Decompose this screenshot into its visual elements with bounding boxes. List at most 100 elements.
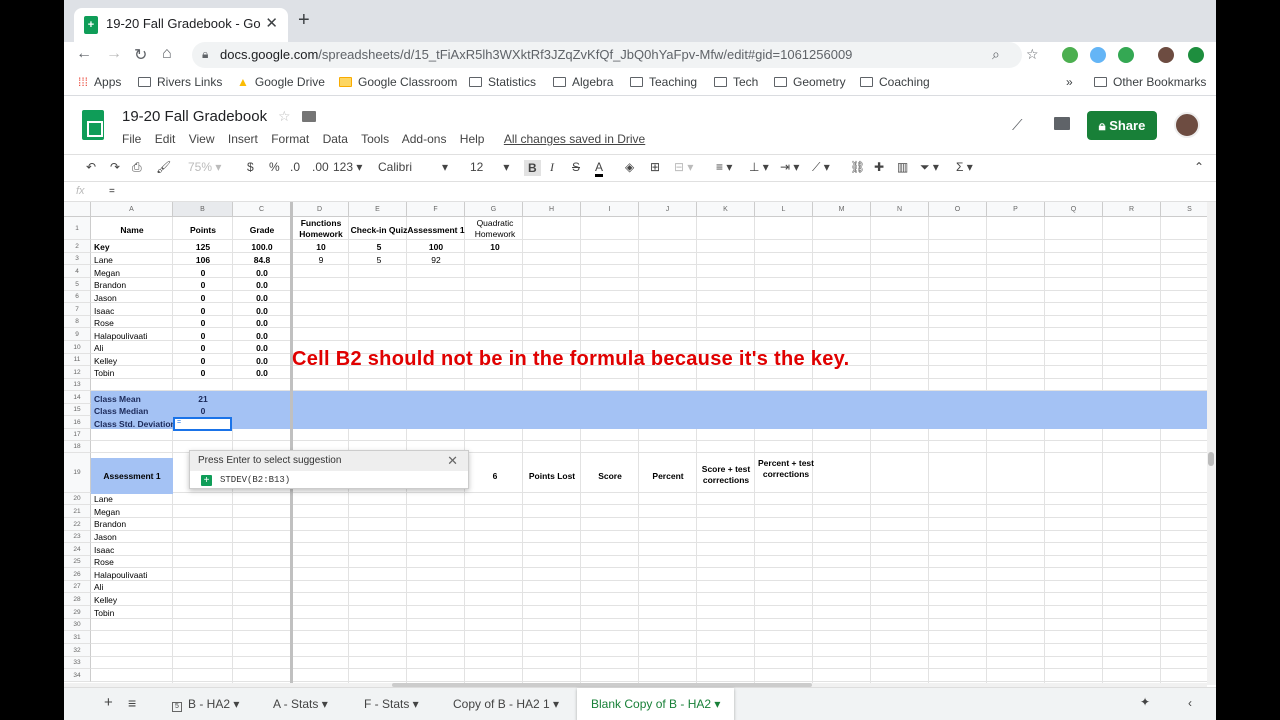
section2-student[interactable]: Lane xyxy=(94,493,113,506)
vertical-scrollbar[interactable] xyxy=(1207,202,1216,685)
assessment-section-title[interactable]: Assessment 1 xyxy=(91,470,173,483)
sheet-tab-blank-copy-active[interactable]: Blank Copy of B - HA2 ▾ xyxy=(577,688,735,720)
student-name[interactable]: Brandon xyxy=(94,279,126,292)
bookmark-statistics[interactable]: Statistics xyxy=(469,75,536,89)
save-status[interactable]: All changes saved in Drive xyxy=(504,132,645,146)
row-header-32[interactable]: 32 xyxy=(64,644,91,657)
bookmark-tech[interactable]: Tech xyxy=(714,75,758,89)
row-header-15[interactable]: 15 xyxy=(64,404,91,416)
column-header-j[interactable]: J xyxy=(639,202,697,217)
row-header-4[interactable]: 4 xyxy=(64,265,91,278)
forward-icon[interactable]: → xyxy=(106,45,122,63)
student-grade[interactable]: 0.0 xyxy=(233,305,291,318)
row-header-29[interactable]: 29 xyxy=(64,606,91,619)
menu-tools[interactable]: Tools xyxy=(361,132,389,146)
row-header-26[interactable]: 26 xyxy=(64,568,91,581)
cell-edit-text[interactable]: = xyxy=(177,419,181,426)
font-size-select[interactable]: 12 ▾ xyxy=(470,160,509,174)
key-label[interactable]: Key xyxy=(94,241,110,254)
bookmark-teaching[interactable]: Teaching xyxy=(630,75,697,89)
row-header-6[interactable]: 6 xyxy=(64,291,91,303)
avatar[interactable] xyxy=(1174,112,1200,138)
extension-icon-1[interactable] xyxy=(1062,47,1078,63)
section2-percent[interactable]: Percent xyxy=(639,470,697,483)
sheet-tab-b-ha2[interactable]: 5B - HA2 ▾ xyxy=(172,697,239,712)
increase-decimal-button[interactable]: .00 xyxy=(312,160,329,174)
document-title[interactable]: 19-20 Fall Gradebook xyxy=(122,108,267,125)
key-functions-homework[interactable]: 10 xyxy=(293,241,349,254)
class-median-value[interactable]: 0 xyxy=(173,405,233,418)
column-header-b[interactable]: B xyxy=(173,202,233,217)
text-wrap-icon[interactable]: ⇥ ▾ xyxy=(780,160,799,174)
row-header-18[interactable]: 18 xyxy=(64,441,91,453)
comments-icon[interactable] xyxy=(1054,117,1070,130)
student-name[interactable]: Kelley xyxy=(94,355,117,368)
close-suggestion-icon[interactable]: ✕ xyxy=(447,453,458,469)
student-grade[interactable]: 0.0 xyxy=(233,355,291,368)
menu-edit[interactable]: Edit xyxy=(155,132,176,146)
student-points[interactable]: 0 xyxy=(173,292,233,305)
bookmark-algebra[interactable]: Algebra xyxy=(553,75,613,89)
undo-icon[interactable]: ↶ xyxy=(86,160,96,174)
row-header-3[interactable]: 3 xyxy=(64,253,91,265)
percent-format-button[interactable]: % xyxy=(269,160,280,174)
bookmark-star-icon[interactable]: ☆ xyxy=(1026,46,1039,63)
redo-icon[interactable]: ↷ xyxy=(110,160,120,174)
row-header-21[interactable]: 21 xyxy=(64,505,91,518)
column-header-a[interactable]: A xyxy=(91,202,173,217)
collapse-toolbar-icon[interactable]: ⌃ xyxy=(1194,160,1204,174)
bookmark-google-classroom[interactable]: Google Classroom xyxy=(339,75,457,89)
sheet-tab-f-stats[interactable]: F - Stats ▾ xyxy=(364,697,419,711)
menu-format[interactable]: Format xyxy=(271,132,309,146)
key-check-in-quiz[interactable]: 5 xyxy=(349,241,409,254)
section2-student[interactable]: Brandon xyxy=(94,518,126,531)
active-cell-b16[interactable]: = xyxy=(173,417,232,431)
section2-score[interactable]: Score xyxy=(581,470,639,483)
student-assessment-1[interactable]: 92 xyxy=(407,254,465,267)
section2-student[interactable]: Tobin xyxy=(94,607,114,620)
functions-icon[interactable]: Σ ▾ xyxy=(956,160,973,174)
share-button[interactable]: 🔒︎ Share xyxy=(1087,111,1157,140)
browser-tab[interactable]: + 19-20 Fall Gradebook - Google Sheets ✕ xyxy=(74,8,288,42)
row-header-12[interactable]: 12 xyxy=(64,366,91,379)
column-header-c[interactable]: C xyxy=(233,202,291,217)
column-header-f[interactable]: F xyxy=(407,202,465,217)
section2-student[interactable]: Ali xyxy=(94,581,103,594)
vertical-scroll-thumb[interactable] xyxy=(1208,452,1214,466)
student-points[interactable]: 0 xyxy=(173,279,233,292)
home-icon[interactable]: ⌂ xyxy=(162,45,172,63)
header-points[interactable]: Points xyxy=(173,224,233,237)
student-points[interactable]: 0 xyxy=(173,330,233,343)
student-points[interactable]: 0 xyxy=(173,367,233,380)
header-quadratic-homework[interactable]: Quadratic Homework xyxy=(465,218,525,240)
text-color-button[interactable]: A xyxy=(595,160,604,177)
row-header-7[interactable]: 7 xyxy=(64,303,91,316)
section2-student[interactable]: Kelley xyxy=(94,594,117,607)
column-header-r[interactable]: R xyxy=(1103,202,1161,217)
header-check-in-quiz[interactable]: Check-in Quiz xyxy=(349,224,409,237)
class-mean-label[interactable]: Class Mean xyxy=(94,393,141,406)
key-points[interactable]: 125 xyxy=(173,241,233,254)
row-header-14[interactable]: 14 xyxy=(64,391,91,404)
student-points[interactable]: 0 xyxy=(173,342,233,355)
text-rotate-icon[interactable]: ⟋ ▾ xyxy=(812,160,830,175)
move-folder-icon[interactable] xyxy=(302,111,316,122)
column-header-m[interactable]: M xyxy=(813,202,871,217)
merge-cells-icon[interactable]: ⊟ ▾ xyxy=(674,160,693,174)
row-header-19[interactable]: 19 xyxy=(64,453,91,493)
header-assessment-1[interactable]: Assessment 1 xyxy=(407,224,465,237)
formula-input[interactable]: = xyxy=(109,186,115,197)
section2-percent-corrections[interactable]: Percent + test corrections xyxy=(757,458,815,480)
collapse-side-icon[interactable]: ‹ xyxy=(1188,696,1192,710)
student-grade[interactable]: 0.0 xyxy=(233,292,291,305)
bookmark-google-drive[interactable]: ▲ Google Drive xyxy=(237,75,325,89)
header-name[interactable]: Name xyxy=(91,224,173,237)
zoom-icon[interactable]: ⌕ xyxy=(992,46,1000,63)
column-header-o[interactable]: O xyxy=(929,202,987,217)
row-header-16[interactable]: 16 xyxy=(64,416,91,429)
student-functions-homework[interactable]: 9 xyxy=(293,254,349,267)
student-grade[interactable]: 0.0 xyxy=(233,267,291,280)
print-icon[interactable]: ⎙ xyxy=(132,160,142,175)
menu-addons[interactable]: Add-ons xyxy=(402,132,447,146)
row-header-31[interactable]: 31 xyxy=(64,631,91,644)
